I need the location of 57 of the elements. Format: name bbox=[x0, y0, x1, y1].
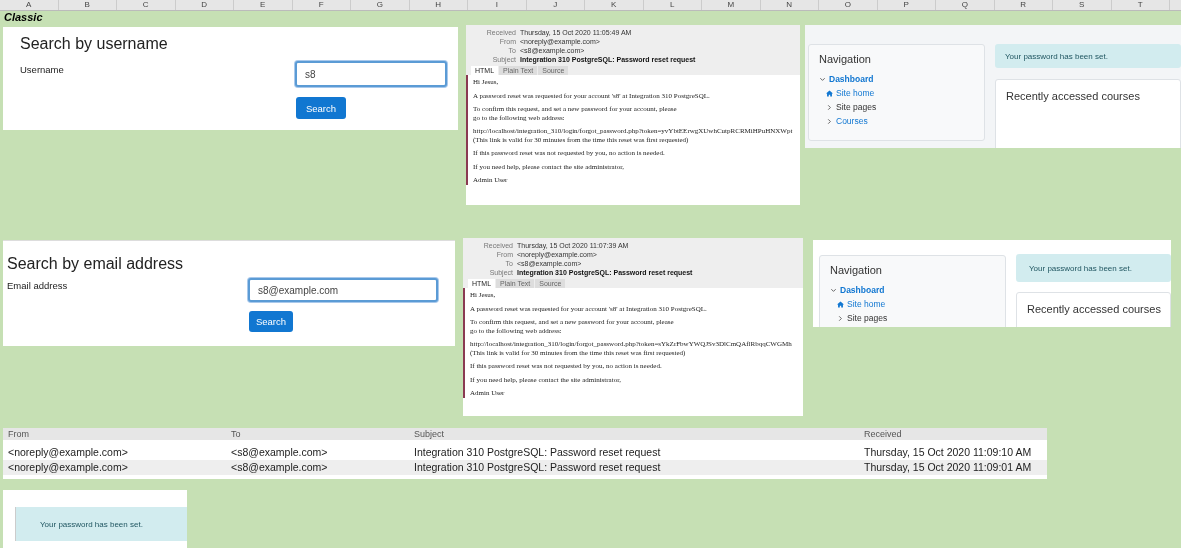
column-header[interactable]: To bbox=[231, 428, 414, 440]
nav-item[interactable]: Dashboard bbox=[830, 283, 885, 297]
column-header[interactable]: B bbox=[58, 0, 117, 10]
column-header[interactable]: N bbox=[760, 0, 819, 10]
nav-item[interactable]: Site pages bbox=[837, 311, 888, 325]
card-title: Recently accessed courses bbox=[1006, 90, 1141, 102]
block-title: Navigation bbox=[830, 264, 883, 276]
nav-item[interactable]: Courses bbox=[826, 114, 868, 128]
table-cell-text: Thursday, 15 Oct 2020 11:09:01 AM bbox=[864, 460, 1033, 475]
table-cell-text: Thursday, 15 Oct 2020 11:09:10 AM bbox=[864, 445, 1033, 460]
form-heading: Search by username bbox=[20, 35, 168, 53]
nav-item[interactable]: Site home bbox=[837, 297, 886, 311]
column-header[interactable]: K bbox=[585, 0, 644, 10]
nav-item[interactable]: Dashboard bbox=[819, 72, 874, 86]
table-cell-text: <s8@example.com> bbox=[231, 460, 329, 475]
column-header[interactable]: C bbox=[117, 0, 176, 10]
table-cell-text: Integration 310 PostgreSQL: Password reset request bbox=[414, 460, 662, 475]
sheet-cell: Classic bbox=[4, 11, 43, 23]
table-cell-text: <noreply@example.com> bbox=[8, 445, 129, 460]
column-header[interactable]: H bbox=[409, 0, 468, 10]
table-cell-text: Integration 310 PostgreSQL: Password reset request bbox=[414, 445, 662, 460]
search-field[interactable]: s8@example.com bbox=[248, 278, 438, 302]
column-header[interactable]: R bbox=[994, 0, 1053, 10]
nav-item[interactable]: Site home bbox=[826, 86, 875, 100]
column-header[interactable]: D bbox=[175, 0, 234, 10]
column-header[interactable]: A bbox=[0, 0, 59, 10]
column-header[interactable]: E bbox=[234, 0, 293, 10]
field-label: Username bbox=[20, 64, 64, 75]
nav-item[interactable]: Site pages bbox=[826, 100, 877, 114]
success-alert: Your password has been set. bbox=[995, 44, 1181, 68]
column-header[interactable]: F bbox=[292, 0, 351, 10]
column-header[interactable]: G bbox=[351, 0, 410, 10]
home-icon bbox=[837, 300, 844, 308]
column-header[interactable]: M bbox=[702, 0, 761, 10]
card-title: Recently accessed courses bbox=[1027, 303, 1160, 315]
field-label: Email address bbox=[7, 280, 68, 291]
column-header[interactable]: I bbox=[468, 0, 527, 10]
search-button[interactable]: Search bbox=[296, 97, 346, 119]
home-icon bbox=[826, 89, 833, 97]
column-header[interactable]: T bbox=[1111, 0, 1170, 10]
column-header[interactable]: O bbox=[819, 0, 878, 10]
search-button[interactable]: Search bbox=[249, 311, 293, 332]
column-header[interactable]: L bbox=[643, 0, 702, 10]
form-heading: Search by email address bbox=[7, 255, 184, 273]
search-field[interactable]: s8 bbox=[295, 61, 447, 87]
block-title: Navigation bbox=[819, 53, 872, 65]
table-cell-text: <s8@example.com> bbox=[231, 445, 329, 460]
column-header[interactable]: Received bbox=[864, 428, 1047, 440]
column-header[interactable]: From bbox=[8, 428, 231, 440]
column-header[interactable]: Q bbox=[936, 0, 995, 10]
success-alert: Your password has been set. bbox=[1016, 254, 1171, 282]
column-header[interactable]: J bbox=[526, 0, 585, 10]
column-header[interactable]: S bbox=[1053, 0, 1112, 10]
column-header[interactable]: P bbox=[877, 0, 936, 10]
success-alert: Your password has been set. bbox=[15, 507, 187, 541]
column-header[interactable]: Subject bbox=[414, 428, 864, 440]
table-cell-text: <noreply@example.com> bbox=[8, 460, 129, 475]
